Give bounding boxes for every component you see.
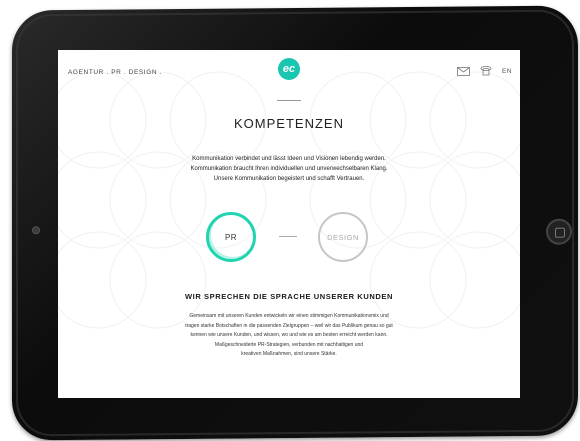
pr-circle-button[interactable]: PR [206, 212, 256, 262]
circle-connector [279, 236, 297, 237]
nav-actions: EN [457, 66, 512, 76]
page-title: KOMPETENZEN [234, 116, 344, 131]
intro-line: Unsere Kommunikation begeistert und scha… [213, 176, 365, 182]
body-line: Maßgeschneiderte PR-Strategien, verbunde… [214, 341, 364, 348]
section-subheading: WIR SPRECHEN DIE SPRACHE UNSERER KUNDEN [184, 292, 393, 301]
design-circle-button[interactable]: DESIGN [318, 212, 368, 262]
body-text: Gemeinsam mit unseren Kunden entwickeln … [128, 312, 450, 360]
language-switch[interactable]: EN [502, 68, 512, 75]
nav-breadcrumb[interactable]: AGENTUR . PR . DESIGN . [68, 69, 162, 76]
logo-text: ec [282, 63, 296, 75]
body-line: kreativen Maßnahmen, sind unsere Stärke. [241, 351, 337, 357]
home-button[interactable] [546, 218, 572, 245]
pr-circle-label: PR [224, 232, 238, 242]
body-line: kennen wie unsere Kunden, und wissen, wo… [190, 332, 388, 338]
body-line: tragen starke Botschaften in die passend… [185, 322, 393, 329]
screen: AGENTUR . PR . DESIGN . ec EN KOMPETENZE… [58, 50, 520, 398]
camera-icon [32, 226, 40, 235]
top-navigation: AGENTUR . PR . DESIGN . ec EN [58, 50, 520, 90]
intro-line: Kommunikation braucht Ihren individuelle… [190, 166, 388, 172]
design-circle-label: DESIGN [327, 232, 359, 242]
logo[interactable]: ec [278, 58, 300, 80]
body-line: Gemeinsam mit unseren Kunden entwickeln … [189, 313, 389, 319]
phone-icon[interactable] [480, 66, 492, 76]
intro-text: Kommunikation verbindet und lässt Ideen … [128, 154, 450, 184]
intro-line: Kommunikation verbindet und lässt Ideen … [192, 156, 386, 162]
mail-icon[interactable] [457, 66, 470, 76]
heading-divider [277, 100, 301, 101]
